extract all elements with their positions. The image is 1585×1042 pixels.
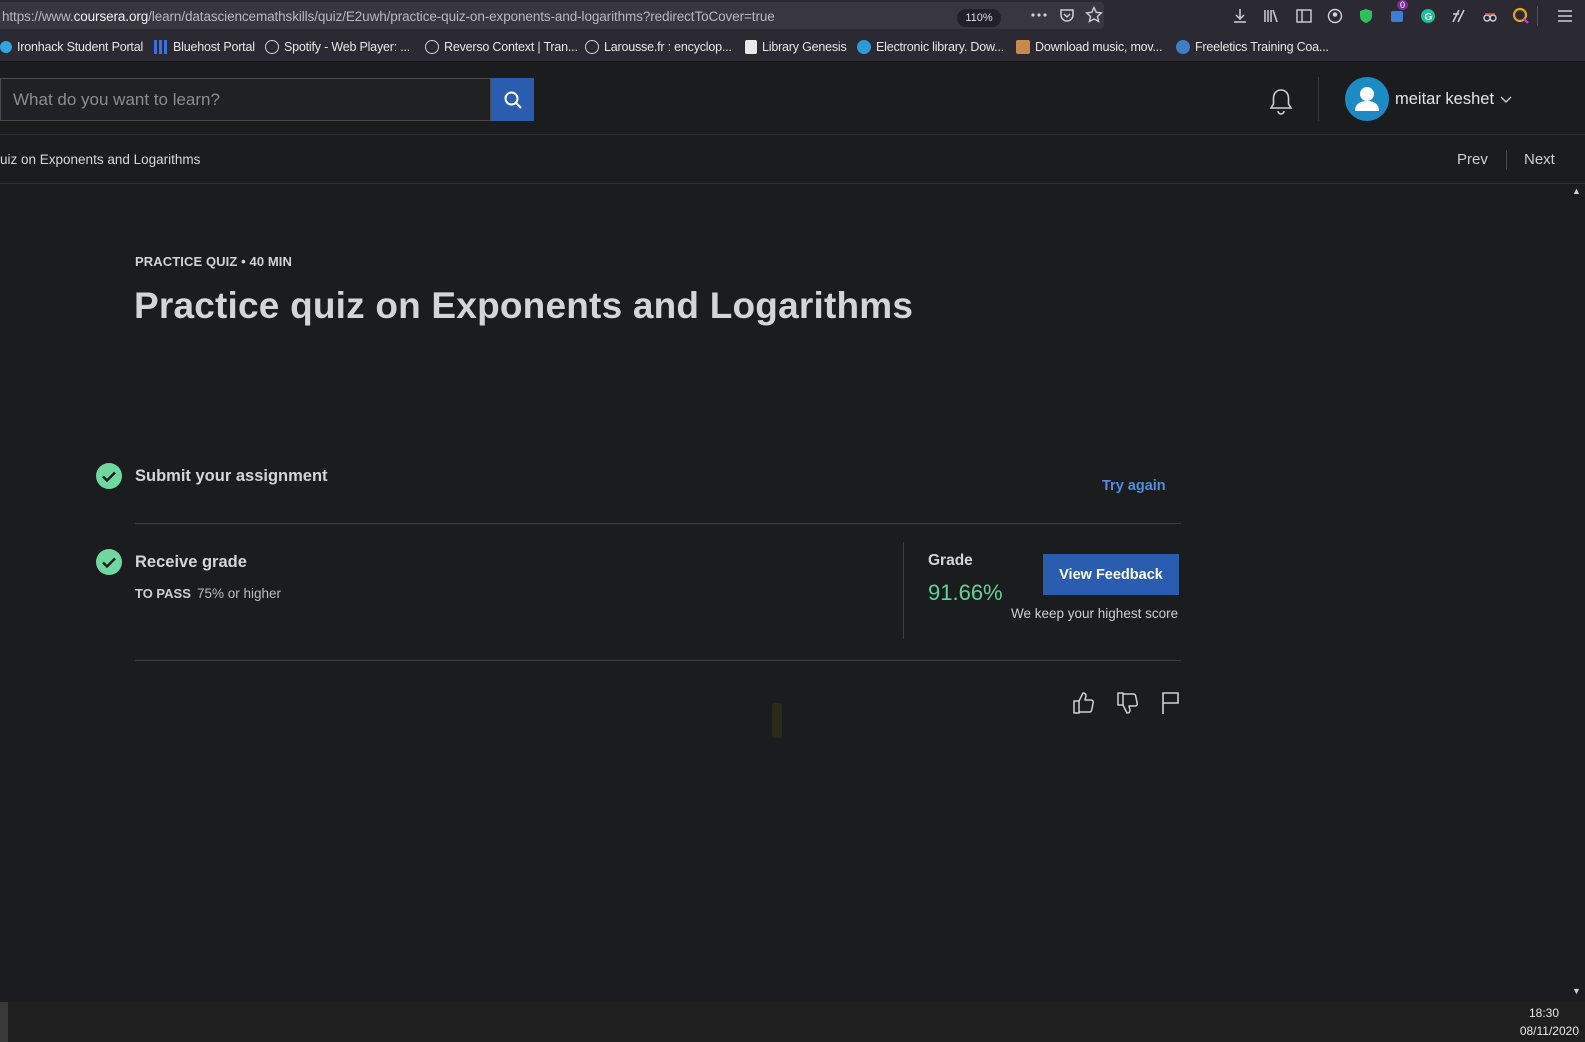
library-icon[interactable] [1261, 6, 1281, 26]
bookmark-star-icon[interactable] [1084, 5, 1104, 25]
thumbs-up-icon[interactable] [1071, 690, 1097, 716]
pass-threshold: 75% or higher [197, 586, 282, 601]
quiz-meta: PRACTICE QUIZ • 40 MIN [135, 254, 292, 269]
section-divider [135, 660, 1181, 661]
shield-extension-icon[interactable] [1356, 6, 1376, 26]
script-extension-icon[interactable] [1449, 6, 1469, 26]
bookmark-download-music[interactable]: Download music, mov... [1016, 40, 1163, 54]
site-header: meitar keshet [0, 63, 1585, 135]
pass-label: TO PASS [135, 586, 191, 601]
bookmark-ironhack[interactable]: Ironhack Student Portal [0, 40, 143, 54]
clock-time[interactable]: 18:30 [1529, 1006, 1559, 1020]
spy-extension-icon[interactable] [1480, 6, 1500, 26]
book-icon [745, 40, 757, 54]
clock-date[interactable]: 08/11/2020 [1520, 1024, 1579, 1038]
check-circle-icon [96, 549, 122, 575]
search-button[interactable] [491, 78, 534, 121]
user-icon [1355, 87, 1379, 111]
page-title: Practice quiz on Exponents and Logarithm… [134, 285, 914, 326]
browser-toolbar: https://www.coursera.org/learn/datascien… [0, 0, 1585, 32]
flag-icon[interactable] [1160, 690, 1186, 716]
thumbs-down-icon[interactable] [1115, 690, 1141, 716]
section-divider [135, 523, 1181, 524]
account-icon[interactable] [1325, 6, 1345, 26]
bookmark-library-genesis[interactable]: Library Genesis [745, 40, 847, 54]
os-taskbar: 18:30 08/11/2020 [0, 1002, 1585, 1042]
sidebar-icon[interactable] [1294, 6, 1314, 26]
address-bar[interactable]: https://www.coursera.org/learn/datascien… [0, 2, 1104, 29]
grade-label: Grade [928, 552, 973, 569]
globe-icon [425, 40, 439, 54]
search-icon [504, 91, 522, 109]
breadcrumb[interactable]: uiz on Exponents and Logarithms [0, 152, 200, 167]
downloads-icon[interactable] [1230, 6, 1250, 26]
search-input[interactable] [0, 78, 491, 121]
globe-icon [857, 40, 871, 54]
more-actions-icon[interactable] [1029, 5, 1049, 25]
notifications-bell-icon[interactable] [1268, 87, 1294, 120]
keep-score-note: We keep your highest score [1011, 606, 1179, 621]
shield-icon [0, 41, 12, 53]
bookmark-reverso[interactable]: Reverso Context | Tran... [425, 40, 578, 54]
grade-divider [903, 542, 904, 639]
scroll-up-arrow-icon[interactable]: ▲ [1568, 186, 1585, 198]
globe-icon [265, 40, 279, 54]
bookmark-spotify[interactable]: Spotify - Web Player: ... [265, 40, 410, 54]
bookmark-larousse[interactable]: Larousse.fr : encyclop... [585, 40, 732, 54]
zoom-level-badge[interactable]: 110% [957, 9, 1001, 27]
bookmark-electronic-library[interactable]: Electronic library. Dow... [857, 40, 1004, 54]
username[interactable]: meitar keshet [1395, 90, 1494, 109]
taskbar-edge [0, 1002, 8, 1042]
header-divider [1318, 77, 1319, 121]
next-link[interactable]: Next [1524, 151, 1555, 168]
bookmark-bluehost[interactable]: Bluehost Portal [154, 40, 255, 54]
notification-extension-icon[interactable]: 0 [1387, 0, 1409, 26]
prev-link[interactable]: Prev [1457, 151, 1488, 168]
toolbar-divider [1537, 6, 1538, 26]
receive-grade-heading: Receive grade [135, 553, 247, 571]
pocket-icon[interactable] [1057, 5, 1077, 25]
view-feedback-button[interactable]: View Feedback [1043, 554, 1179, 595]
nav-separator [1506, 150, 1507, 170]
page-scrollbar[interactable]: ▲ ▼ [1568, 184, 1585, 1002]
check-circle-icon [96, 463, 122, 489]
url-text[interactable]: https://www.coursera.org/learn/datascien… [2, 9, 775, 24]
grid-icon [154, 40, 168, 54]
svg-text:G: G [1425, 12, 1433, 23]
bookmark-freeletics[interactable]: Freeletics Training Coa... [1176, 40, 1329, 54]
grade-value: 91.66% [928, 580, 1003, 605]
globe-icon [585, 40, 599, 54]
search-extension-icon[interactable] [1511, 6, 1531, 26]
submit-assignment-heading: Submit your assignment [135, 467, 328, 485]
image-icon [1016, 40, 1030, 54]
bookmarks-bar: Ironhack Student Portal Bluehost Portal … [0, 32, 1585, 62]
mouse-cursor [772, 703, 782, 738]
scroll-down-arrow-icon[interactable]: ▼ [1568, 986, 1585, 998]
grammarly-icon[interactable]: G [1418, 6, 1438, 26]
avatar[interactable] [1345, 77, 1389, 121]
extension-badge: 0 [1397, 0, 1409, 10]
chevron-down-icon[interactable] [1500, 91, 1512, 109]
breadcrumb-bar: uiz on Exponents and Logarithms Prev Nex… [0, 136, 1585, 184]
hamburger-menu-icon[interactable] [1555, 6, 1575, 26]
wordpress-icon [1176, 40, 1190, 54]
try-again-link[interactable]: Try again [1102, 478, 1166, 494]
